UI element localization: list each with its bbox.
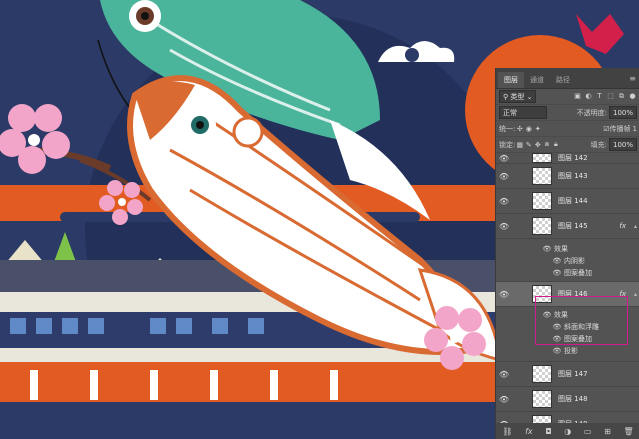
adjustment-icon[interactable]: ◑ <box>564 427 571 436</box>
layer-thumbnail <box>532 167 552 185</box>
effects-group: 👁︎ 效果 👁︎ 内阴影 👁︎ 图案叠加 <box>496 239 639 282</box>
effect-name: 效果 <box>554 245 568 253</box>
lock-transparent-icon[interactable]: ▦ <box>515 141 524 149</box>
blend-mode-select[interactable]: 正常 <box>499 106 547 119</box>
panel-menu-icon[interactable]: ≡ <box>629 74 636 83</box>
visibility-eye-icon[interactable]: 👁︎ <box>550 347 564 355</box>
effect-name: 图案叠加 <box>564 269 592 277</box>
propagate-value: 1 <box>632 124 637 133</box>
layer-thumbnail <box>532 217 552 235</box>
lock-move-icon[interactable]: ✥ <box>533 141 542 149</box>
filter-toggle-icon[interactable]: ● <box>628 92 637 101</box>
tab-paths[interactable]: 路径 <box>550 72 576 88</box>
layer-row[interactable]: 👁︎ 图层 148 <box>496 387 639 412</box>
blend-mode-label: 正常 <box>503 108 517 117</box>
opacity-field[interactable]: 100% <box>608 106 637 119</box>
visibility-eye-icon[interactable]: 👁︎ <box>496 395 512 404</box>
unify-label: 统一: <box>499 124 516 133</box>
visibility-eye-icon[interactable]: 👁︎ <box>496 154 512 163</box>
filter-kind-select[interactable]: ⚲ 类型 ⌄ <box>499 90 537 103</box>
fill-value: 100% <box>612 140 633 149</box>
propagate-label: 传播帧 <box>609 124 631 133</box>
visibility-eye-icon[interactable]: 👁︎ <box>550 269 564 277</box>
folder-icon[interactable]: ▭ <box>584 427 592 436</box>
unify-position-icon[interactable]: ✣ <box>515 125 524 133</box>
shape-filter-icon[interactable]: ⬚ <box>606 92 615 101</box>
visibility-eye-icon[interactable]: 👁︎ <box>540 245 554 253</box>
layers-panel: 图层 通道 路径 ≡ ⚲ 类型 ⌄ ▣ ◐ T ⬚ ⧉ ● 正常 不透明度: 1… <box>495 68 639 439</box>
visibility-eye-icon[interactable]: 👁︎ <box>550 257 564 265</box>
panel-bottom-bar: ⛓︎ fx ◘ ◑ ▭ ⊞ 🗑︎ <box>496 423 639 439</box>
lock-artboard-icon[interactable]: ⧈ <box>542 140 551 149</box>
chevron-up-icon[interactable]: ▴ <box>634 291 637 298</box>
search-icon: ⚲ <box>503 92 509 101</box>
fx-badge[interactable]: fx <box>619 222 626 230</box>
unify-style-icon[interactable]: ✦ <box>533 125 542 133</box>
lock-label: 锁定: <box>499 140 516 149</box>
visibility-eye-icon[interactable]: 👁︎ <box>496 290 512 299</box>
filter-row: ⚲ 类型 ⌄ ▣ ◐ T ⬚ ⧉ ● <box>496 89 639 105</box>
tab-layers[interactable]: 图层 <box>498 72 524 88</box>
layer-row[interactable]: 👁︎ 图层 144 <box>496 189 639 214</box>
fill-label: 填充: <box>590 140 607 149</box>
visibility-eye-icon[interactable]: 👁︎ <box>496 222 512 231</box>
visibility-eye-icon[interactable]: 👁︎ <box>496 370 512 379</box>
chevron-up-icon[interactable]: ▴ <box>634 223 637 230</box>
layer-name: 图层 142 <box>558 154 588 162</box>
layer-row[interactable]: 👁︎ 图层 147 <box>496 362 639 387</box>
chevron-down-icon: ⌄ <box>526 92 533 101</box>
opacity-label: 不透明度: <box>576 108 607 117</box>
tab-channels[interactable]: 通道 <box>524 72 550 88</box>
lock-row: 锁定: ▦ ✎ ✥ ⧈ 🔒︎ 填充: 100% <box>496 137 639 153</box>
layer-row[interactable]: 👁︎ 图层 145 fx ▴ <box>496 214 639 239</box>
blend-row: 正常 不透明度: 100% <box>496 105 639 121</box>
effect-row[interactable]: 👁︎ 投影 <box>496 345 639 357</box>
layer-row[interactable]: 👁︎ 图层 143 <box>496 164 639 189</box>
layer-name: 图层 145 <box>558 222 588 230</box>
layer-name: 图层 144 <box>558 197 588 205</box>
new-layer-icon[interactable]: ⊞ <box>604 427 611 436</box>
effect-name: 投影 <box>564 347 578 355</box>
layer-thumbnail <box>532 153 552 163</box>
lock-paint-icon[interactable]: ✎ <box>524 141 533 149</box>
mask-icon[interactable]: ◘ <box>545 427 551 436</box>
layer-thumbnail <box>532 365 552 383</box>
pixel-filter-icon[interactable]: ▣ <box>573 92 582 101</box>
filter-kind-label: 类型 <box>510 92 525 101</box>
visibility-eye-icon[interactable]: 👁︎ <box>496 172 512 181</box>
smart-filter-icon[interactable]: ⧉ <box>617 92 626 101</box>
layer-name: 图层 148 <box>558 395 588 403</box>
type-filter-icon[interactable]: T <box>595 92 604 101</box>
annotation-highlight-box <box>535 296 628 345</box>
unify-visibility-icon[interactable]: ◉ <box>524 125 533 133</box>
opacity-value: 100% <box>612 108 633 117</box>
fill-field[interactable]: 100% <box>608 138 637 151</box>
layer-thumbnail <box>532 390 552 408</box>
layer-name: 图层 143 <box>558 172 588 180</box>
link-icon[interactable]: ⛓︎ <box>502 427 512 436</box>
unify-row: 统一: ✣ ◉ ✦ ☑ 传播帧 1 <box>496 121 639 137</box>
effect-row[interactable]: 👁︎ 效果 <box>496 243 639 255</box>
fx-icon[interactable]: fx <box>525 427 533 436</box>
layer-thumbnail <box>532 192 552 210</box>
effect-name: 内阴影 <box>564 257 585 265</box>
layer-name: 图层 147 <box>558 370 588 378</box>
lock-all-icon[interactable]: 🔒︎ <box>551 140 560 149</box>
visibility-eye-icon[interactable]: 👁︎ <box>496 197 512 206</box>
panel-tabs: 图层 通道 路径 ≡ <box>496 68 639 89</box>
layers-list: 👁︎ 图层 142 👁︎ 图层 143 👁︎ 图层 144 👁︎ 图层 145 … <box>496 153 639 437</box>
effect-row[interactable]: 👁︎ 图案叠加 <box>496 267 639 279</box>
adjustment-filter-icon[interactable]: ◐ <box>584 92 593 101</box>
effect-row[interactable]: 👁︎ 内阴影 <box>496 255 639 267</box>
trash-icon[interactable]: 🗑︎ <box>623 427 633 436</box>
layer-row[interactable]: 👁︎ 图层 142 <box>496 153 639 164</box>
